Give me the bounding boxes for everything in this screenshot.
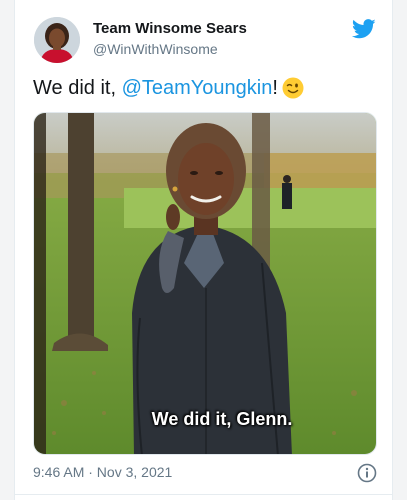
- tweet-card[interactable]: Team Winsome Sears @WinWithWinsome We di…: [14, 0, 393, 500]
- timestamp[interactable]: 9:46 AM · Nov 3, 2021: [33, 464, 172, 480]
- twitter-bird-icon[interactable]: [351, 18, 376, 40]
- video-still-image: [34, 113, 376, 454]
- tweet-text-prefix: We did it,: [33, 77, 122, 99]
- tweet-media-video-frame[interactable]: We did it, Glenn.: [33, 112, 377, 455]
- divider: [15, 494, 392, 495]
- info-icon[interactable]: [357, 463, 377, 483]
- avatar[interactable]: [34, 17, 80, 63]
- tweet-text: We did it, @TeamYoungkin!: [33, 74, 304, 107]
- video-caption: We did it, Glenn.: [151, 409, 293, 429]
- winking-face-icon: [282, 77, 304, 107]
- user-handle[interactable]: @WinWithWinsome: [93, 41, 218, 57]
- display-name[interactable]: Team Winsome Sears: [93, 20, 247, 37]
- mention-link[interactable]: @TeamYoungkin: [122, 77, 273, 99]
- tweet-text-suffix: !: [272, 77, 278, 99]
